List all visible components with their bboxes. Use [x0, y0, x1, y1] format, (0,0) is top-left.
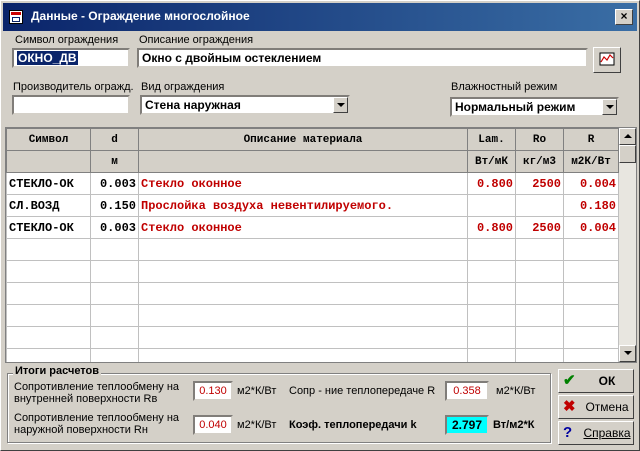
resistance-cell[interactable]: 0.004: [563, 172, 619, 195]
humidity-label: Влажностный режим: [451, 81, 558, 93]
table-row-empty[interactable]: [6, 326, 619, 349]
lambda-cell[interactable]: [467, 194, 516, 217]
cancel-button[interactable]: ✖ Отмена: [558, 395, 634, 419]
help-label: Справка: [583, 426, 631, 440]
table-row[interactable]: СЛ.ВОЗД 0.150 Прослойка воздуха невентил…: [6, 194, 619, 217]
r-unit: м2*К/Вт: [496, 385, 536, 397]
scroll-up-icon[interactable]: [619, 128, 636, 145]
column-header[interactable]: Символ: [6, 128, 91, 151]
r-value: 0.358: [445, 381, 489, 401]
k-label: Коэф. теплопередачи k: [289, 419, 417, 431]
r-label: Сопр - ние теплопередаче R: [289, 385, 436, 397]
table-row[interactable]: СТЕКЛО-ОК 0.003 Стекло оконное 0.800 250…: [6, 216, 619, 239]
rin-label: Сопротивление теплообмену на внутренней …: [14, 381, 180, 405]
cancel-label: Отмена: [585, 400, 629, 414]
check-icon: ✔: [563, 372, 576, 389]
symbol-label: Символ ограждения: [15, 34, 119, 46]
rout-unit: м2*К/Вт: [237, 419, 277, 431]
density-cell[interactable]: 2500: [515, 172, 564, 195]
symbol-cell[interactable]: СТЕКЛО-ОК: [6, 216, 91, 239]
materials-table: Символ d Описание материала Lam. Ro R м …: [6, 128, 619, 362]
thickness-cell[interactable]: 0.150: [90, 194, 139, 217]
unit-cell: [138, 150, 468, 173]
unit-cell: м2К/Вт: [563, 150, 619, 173]
type-select[interactable]: Стена наружная: [140, 95, 350, 115]
rin-value: 0.130: [193, 381, 233, 401]
material-cell[interactable]: Стекло оконное: [138, 216, 468, 239]
table-row[interactable]: СТЕКЛО-ОК 0.003 Стекло оконное 0.800 250…: [6, 172, 619, 195]
resistance-cell[interactable]: 0.004: [563, 216, 619, 239]
table-row-empty[interactable]: [6, 238, 619, 261]
type-label: Вид ограждения: [141, 81, 225, 93]
column-header[interactable]: Lam.: [467, 128, 516, 151]
thickness-cell[interactable]: 0.003: [90, 172, 139, 195]
column-header[interactable]: d: [90, 128, 139, 151]
chevron-down-icon[interactable]: [602, 99, 617, 115]
table-header-row: Символ d Описание материала Lam. Ro R: [6, 128, 619, 151]
lambda-cell[interactable]: 0.800: [467, 172, 516, 195]
window-title: Данные - Ограждение многослойное: [31, 9, 250, 23]
question-icon: ?: [563, 424, 573, 441]
rin-unit: м2*К/Вт: [237, 385, 277, 397]
table-row-empty[interactable]: [6, 282, 619, 305]
symbol-input[interactable]: ОКНО_ДВ: [12, 48, 130, 68]
description-label: Описание ограждения: [139, 34, 254, 46]
symbol-cell[interactable]: СТЕКЛО-ОК: [6, 172, 91, 195]
results-title: Итоги расчетов: [13, 365, 102, 377]
chart-icon: [599, 52, 615, 66]
density-cell[interactable]: [515, 194, 564, 217]
density-cell[interactable]: 2500: [515, 216, 564, 239]
symbol-cell[interactable]: СЛ.ВОЗД: [6, 194, 91, 217]
lambda-cell[interactable]: 0.800: [467, 216, 516, 239]
material-cell[interactable]: Прослойка воздуха невентилируемого.: [138, 194, 468, 217]
graph-button[interactable]: [593, 47, 621, 73]
thickness-cell[interactable]: 0.003: [90, 216, 139, 239]
ok-label: ОК: [598, 374, 616, 388]
chevron-down-icon[interactable]: [333, 97, 348, 113]
table-row-empty[interactable]: [6, 260, 619, 283]
table-row-empty[interactable]: [6, 304, 619, 327]
k-unit: Вт/м2*К: [493, 419, 535, 431]
humidity-value: Нормальный режим: [455, 100, 576, 114]
column-header[interactable]: R: [563, 128, 619, 151]
table-row-empty[interactable]: [6, 348, 619, 362]
table-units-row: м Вт/мК кг/м3 м2К/Вт: [6, 150, 619, 173]
help-button[interactable]: ? Справка: [558, 421, 634, 445]
k-value: 2.797: [445, 415, 489, 435]
scroll-thumb[interactable]: [619, 145, 636, 163]
unit-cell: кг/м3: [515, 150, 564, 173]
material-cell[interactable]: Стекло оконное: [138, 172, 468, 195]
app-icon: [9, 10, 23, 24]
manufacturer-label: Производитель огражд.: [13, 81, 134, 93]
unit-cell: [6, 150, 91, 173]
rout-label: Сопротивление теплообмену на наружной по…: [14, 412, 180, 436]
vertical-scrollbar[interactable]: [619, 128, 636, 362]
unit-cell: м: [90, 150, 139, 173]
column-header[interactable]: Ro: [515, 128, 564, 151]
type-value: Стена наружная: [145, 98, 241, 112]
description-input[interactable]: Окно с двойным остеклением: [137, 48, 588, 68]
close-button[interactable]: ×: [615, 9, 633, 25]
title-bar[interactable]: Данные - Ограждение многослойное ×: [3, 3, 637, 31]
humidity-select[interactable]: Нормальный режим: [450, 97, 619, 117]
column-header[interactable]: Описание материала: [138, 128, 468, 151]
dialog-window: Данные - Ограждение многослойное × Симво…: [0, 0, 640, 451]
symbol-value: ОКНО_ДВ: [17, 51, 78, 65]
scroll-down-icon[interactable]: [619, 345, 636, 362]
resistance-cell[interactable]: 0.180: [563, 194, 619, 217]
unit-cell: Вт/мК: [467, 150, 516, 173]
materials-grid[interactable]: Символ d Описание материала Lam. Ro R м …: [5, 127, 637, 363]
rout-value: 0.040: [193, 415, 233, 435]
manufacturer-input[interactable]: [12, 95, 130, 115]
ok-button[interactable]: ✔ ОК: [558, 369, 634, 393]
x-icon: ✖: [563, 398, 576, 415]
